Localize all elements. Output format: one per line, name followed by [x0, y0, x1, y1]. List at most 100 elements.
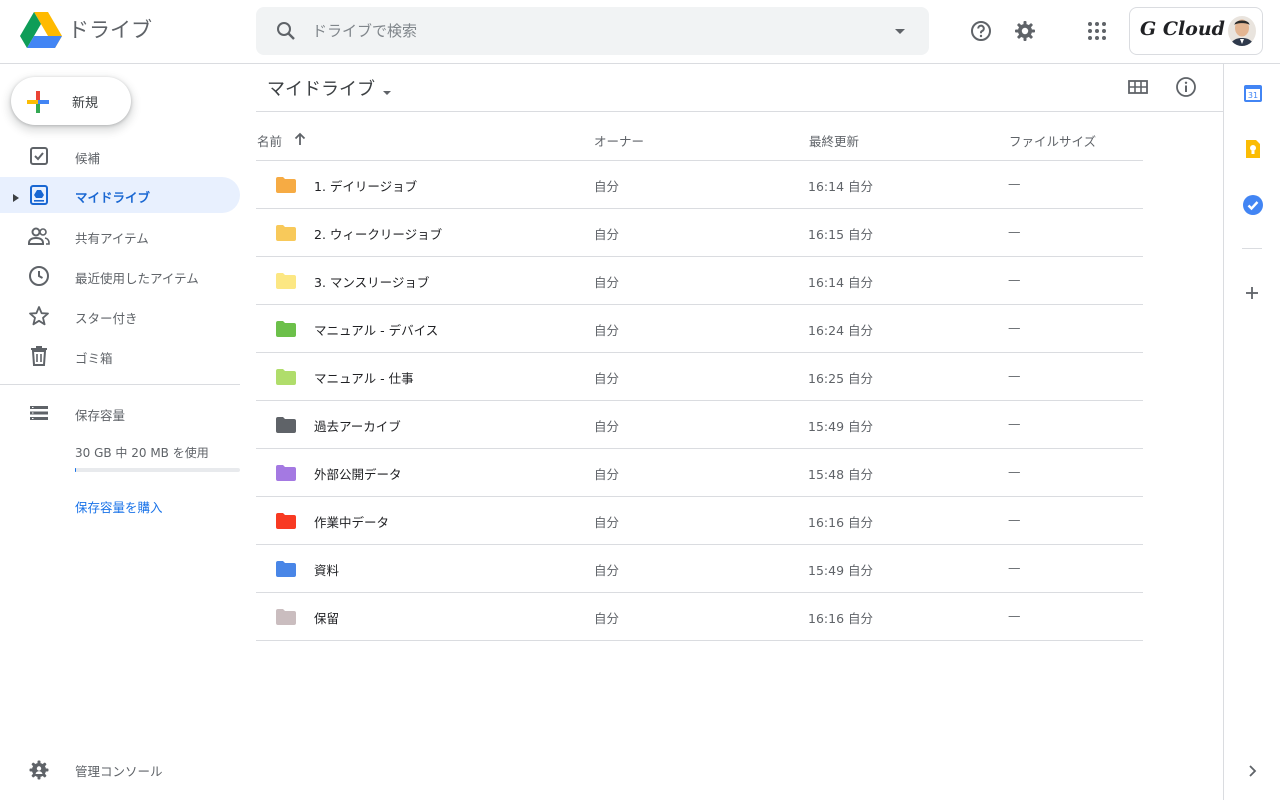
- new-button[interactable]: 新規: [11, 77, 131, 125]
- apps-grid-icon[interactable]: [1077, 11, 1117, 51]
- info-icon[interactable]: [1166, 67, 1206, 107]
- keep-icon[interactable]: [1243, 139, 1263, 159]
- table-row[interactable]: 保留 自分 16:16 自分 —: [256, 593, 1143, 641]
- file-size: —: [1008, 272, 1021, 287]
- sidebar-item-label: マイドライブ: [75, 190, 151, 205]
- search-bar[interactable]: [256, 7, 929, 55]
- avatar[interactable]: [1228, 16, 1256, 46]
- grid-view-icon[interactable]: [1118, 67, 1158, 107]
- account-button[interactable]: G Cloud: [1129, 7, 1263, 55]
- table-row[interactable]: 過去アーカイブ 自分 15:49 自分 —: [256, 401, 1143, 449]
- file-size: —: [1008, 464, 1021, 479]
- sidebar-item-label: 共有アイテム: [75, 231, 149, 246]
- file-size: —: [1008, 368, 1021, 383]
- file-name[interactable]: マニュアル - 仕事: [314, 368, 414, 387]
- sidebar-item-label: 候補: [75, 151, 101, 166]
- column-header-modified[interactable]: 最終更新: [809, 131, 859, 150]
- column-header-size[interactable]: ファイルサイズ: [1009, 131, 1096, 150]
- file-name[interactable]: 外部公開データ: [314, 464, 402, 483]
- table-row[interactable]: 資料 自分 15:49 自分 —: [256, 545, 1143, 593]
- clock-icon: [27, 264, 51, 288]
- buy-storage-link[interactable]: 保存容量を購入: [75, 497, 163, 516]
- table-row[interactable]: マニュアル - デバイス 自分 16:24 自分 —: [256, 305, 1143, 353]
- storage-icon: [27, 401, 51, 425]
- admin-console-icon[interactable]: [27, 758, 51, 782]
- chevron-right-icon[interactable]: [1244, 763, 1260, 779]
- add-addon-plus-icon[interactable]: [1241, 282, 1263, 304]
- side-panel: 31: [1223, 64, 1280, 800]
- file-modified: 15:48 自分: [808, 467, 873, 482]
- check-box-icon: [27, 144, 51, 168]
- column-header-owner[interactable]: オーナー: [594, 131, 644, 150]
- column-header-name[interactable]: 名前: [257, 131, 282, 150]
- file-modified: 16:15 自分: [808, 227, 873, 242]
- help-icon[interactable]: [961, 11, 1001, 51]
- calendar-day-number: 31: [1248, 91, 1258, 100]
- file-name[interactable]: 3. マンスリージョブ: [314, 272, 429, 291]
- folder-icon: [276, 225, 296, 241]
- table-row[interactable]: マニュアル - 仕事 自分 16:25 自分 —: [256, 353, 1143, 401]
- file-name[interactable]: 2. ウィークリージョブ: [314, 224, 442, 243]
- chevron-down-icon[interactable]: [381, 84, 393, 96]
- sidebar-item-my-drive[interactable]: マイドライブ: [0, 177, 240, 213]
- drive-logo-icon[interactable]: [20, 12, 62, 50]
- file-owner: 自分: [594, 611, 620, 626]
- file-name[interactable]: 過去アーカイブ: [314, 416, 401, 435]
- expand-arrow-icon[interactable]: [10, 189, 22, 202]
- file-name[interactable]: 保留: [314, 608, 339, 627]
- sidebar-item-shared[interactable]: 共有アイテム: [0, 218, 240, 254]
- sidebar-item-trash[interactable]: ゴミ箱: [0, 338, 240, 374]
- calendar-icon[interactable]: 31: [1243, 83, 1263, 103]
- sidebar-item-suggested[interactable]: 候補: [0, 138, 240, 174]
- search-input[interactable]: [312, 7, 872, 55]
- folder-icon: [276, 321, 296, 337]
- file-size: —: [1008, 320, 1021, 335]
- file-owner: 自分: [594, 275, 620, 290]
- table-row[interactable]: 外部公開データ 自分 15:48 自分 —: [256, 449, 1143, 497]
- sidebar-item-label: ゴミ箱: [75, 351, 113, 366]
- file-size: —: [1008, 176, 1021, 191]
- search-options-dropdown-icon[interactable]: [888, 19, 912, 43]
- page-title[interactable]: マイドライブ: [267, 75, 375, 101]
- folder-icon: [276, 561, 296, 577]
- new-button-label: 新規: [72, 96, 99, 111]
- sidebar-item-starred[interactable]: スター付き: [0, 298, 240, 334]
- table-row[interactable]: 1. デイリージョブ 自分 16:14 自分 —: [256, 161, 1143, 209]
- folder-icon: [276, 609, 296, 625]
- file-owner: 自分: [594, 467, 620, 482]
- search-icon[interactable]: [274, 19, 298, 43]
- admin-console-link[interactable]: 管理コンソール: [75, 761, 163, 780]
- storage-progress-fill: [75, 468, 76, 472]
- sidebar-divider: [0, 384, 240, 385]
- file-modified: 16:25 自分: [808, 371, 873, 386]
- storage-label: 保存容量: [75, 408, 126, 423]
- file-modified: 16:14 自分: [808, 179, 873, 194]
- app-title: ドライブ: [68, 18, 152, 42]
- file-owner: 自分: [594, 371, 620, 386]
- gear-icon[interactable]: [1005, 11, 1045, 51]
- file-owner: 自分: [594, 323, 620, 338]
- file-owner: 自分: [594, 419, 620, 434]
- toolbar-divider: [256, 111, 1223, 112]
- sidebar-item-label: 最近使用したアイテム: [75, 271, 199, 286]
- file-name[interactable]: 資料: [314, 560, 339, 579]
- top-bar: ドライブ G Cloud: [0, 0, 1280, 64]
- sort-ascending-arrow-icon[interactable]: [292, 131, 308, 147]
- file-list: 1. デイリージョブ 自分 16:14 自分 —2. ウィークリージョブ 自分 16:15…: [256, 161, 1143, 641]
- folder-icon: [276, 417, 296, 433]
- file-modified: 16:16 自分: [808, 611, 873, 626]
- table-row[interactable]: 3. マンスリージョブ 自分 16:14 自分 —: [256, 257, 1143, 305]
- sidebar-item-recent[interactable]: 最近使用したアイテム: [0, 258, 240, 294]
- file-name[interactable]: 1. デイリージョブ: [314, 176, 417, 195]
- file-modified: 16:14 自分: [808, 275, 873, 290]
- file-modified: 16:16 自分: [808, 515, 873, 530]
- file-owner: 自分: [594, 563, 620, 578]
- tasks-icon[interactable]: [1242, 194, 1264, 216]
- folder-icon: [276, 177, 296, 193]
- file-size: —: [1008, 512, 1021, 527]
- side-panel-divider: [1242, 248, 1262, 249]
- table-row[interactable]: 作業中データ 自分 16:16 自分 —: [256, 497, 1143, 545]
- table-row[interactable]: 2. ウィークリージョブ 自分 16:15 自分 —: [256, 209, 1143, 257]
- file-name[interactable]: マニュアル - デバイス: [314, 320, 438, 339]
- file-name[interactable]: 作業中データ: [314, 512, 389, 531]
